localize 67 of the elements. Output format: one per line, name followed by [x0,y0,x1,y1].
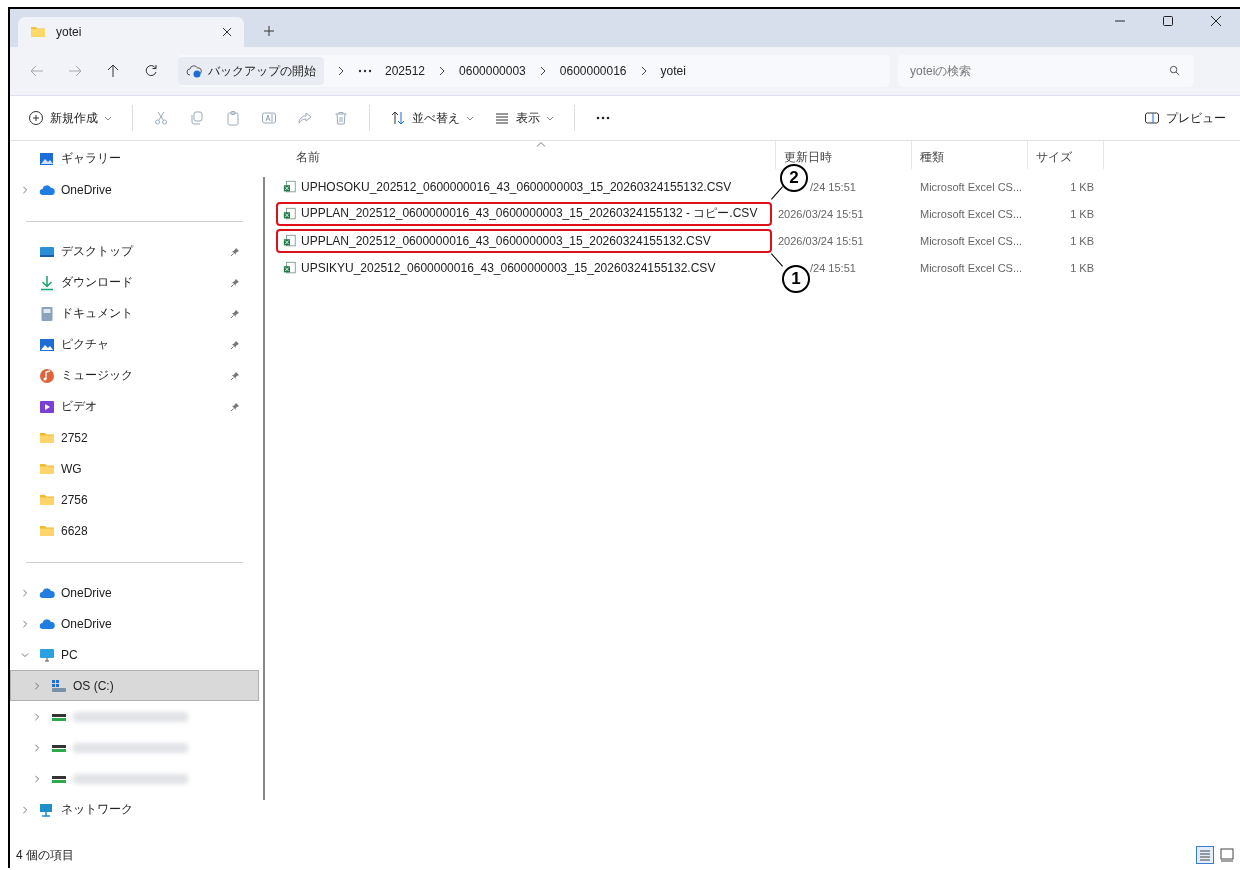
column-header[interactable]: 種類 [912,141,1028,169]
sidebar-item[interactable]: WG [10,453,259,484]
size-cell-text: 1 KB [1069,261,1094,274]
sidebar-item[interactable]: OneDrive [10,174,259,205]
size-cell-text: 1 KB [1069,180,1094,193]
date-cell: /24 15:51 [810,261,856,274]
sidebar-label: ピクチャ [61,336,110,353]
file-name-cell[interactable]: UPHOSOKU_202512_0600000016_43_0600000003_15_20260324155132.CSV [276,174,772,199]
file-name-cell[interactable]: UPPLAN_202512_0600000016_43_0600000003_15_20260324155132 - コピー.CSV [276,201,772,226]
sidebar-item[interactable]: PC [10,639,259,670]
sidebar-label: ミュージック [61,367,134,384]
file-name-cell[interactable]: UPSIKYU_202512_0600000016_43_0600000003_15_20260324155132.CSV [276,255,772,280]
sidebar-item[interactable]: ダウンロード [10,267,259,298]
search-field[interactable]: yoteiの検索 [898,55,1194,87]
breadcrumb-item[interactable]: 202512 [385,64,426,78]
callout-number: 1 [782,264,810,293]
file-name-cell[interactable]: UPPLAN_202512_0600000016_43_0600000003_15_20260324155132.CSV [276,228,772,253]
date-cell: 2026/03/24 15:51 [778,234,864,247]
toolbar-menu[interactable]: 並べ替え [412,109,460,127]
size-cell-text: 1 KB [1069,207,1094,220]
sidebar-label: 2756 [61,492,89,507]
size-cell-text: 1 KB [1069,234,1094,247]
type-cell-text: Microsoft Excel CS... [919,261,1024,274]
sidebar-label: PC [61,647,79,662]
preview-button[interactable]: プレビュー [1166,109,1226,127]
type-cell-text: Microsoft Excel CS... [919,180,1024,193]
sidebar-item[interactable]: ネットワーク [10,794,259,825]
date-cell: /24 15:51 [810,180,856,193]
sidebar-label: OneDrive [61,585,113,600]
sidebar-item[interactable]: ギャラリー [10,143,259,174]
breadcrumb-item[interactable]: yotei [660,64,686,78]
sidebar-label: OneDrive [61,616,113,631]
sidebar-label: ネットワーク [61,801,134,818]
window-tab[interactable]: yotei [18,17,244,47]
sidebar-item[interactable]: 2756 [10,484,259,515]
column-header[interactable]: サイズ [1028,141,1104,169]
sidebar-item[interactable]: ビデオ [10,391,259,422]
type-cell-text: Microsoft Excel CS... [919,207,1024,220]
sidebar-label: 6628 [61,523,89,538]
sidebar-item[interactable]: ドキュメント [10,298,259,329]
sidebar-label: OneDrive [61,182,113,197]
tab-title: yotei [56,25,83,39]
sidebar-item[interactable]: OneDrive [10,577,259,608]
sidebar-label: ギャラリー [61,150,122,167]
sidebar-label: OS (C:) [73,678,115,693]
sidebar-label: ドキュメント [61,305,134,322]
sidebar-item[interactable]: 6628 [10,515,259,546]
sidebar-item[interactable]: 2752 [10,422,259,453]
toolbar-menu[interactable]: 新規作成 [50,109,98,127]
sidebar-item[interactable]: デスクトップ [10,236,259,267]
type-cell-text: Microsoft Excel CS... [919,234,1024,247]
breadcrumb-item[interactable]: 0600000003 [459,64,526,78]
sidebar-label: 2752 [61,430,89,445]
sidebar-label: ビデオ [61,398,98,415]
breadcrumb-item[interactable]: 0600000016 [559,64,627,78]
sidebar-label: WG [61,461,83,476]
item-count: 4 個の項目 [16,846,74,864]
date-cell: 2026/03/24 15:51 [778,207,864,220]
sidebar-item[interactable]: ピクチャ [10,329,259,360]
sidebar-item[interactable]: OneDrive [10,608,259,639]
sidebar-label: ダウンロード [61,274,134,291]
column-header[interactable]: 名前 [276,141,776,169]
sidebar-item[interactable]: OS (C:) [10,670,259,701]
sidebar-item[interactable]: ミュージック [10,360,259,391]
sidebar-label: デスクトップ [61,243,135,260]
callout-number: 2 [780,163,808,192]
toolbar-menu[interactable]: 表示 [516,109,540,127]
